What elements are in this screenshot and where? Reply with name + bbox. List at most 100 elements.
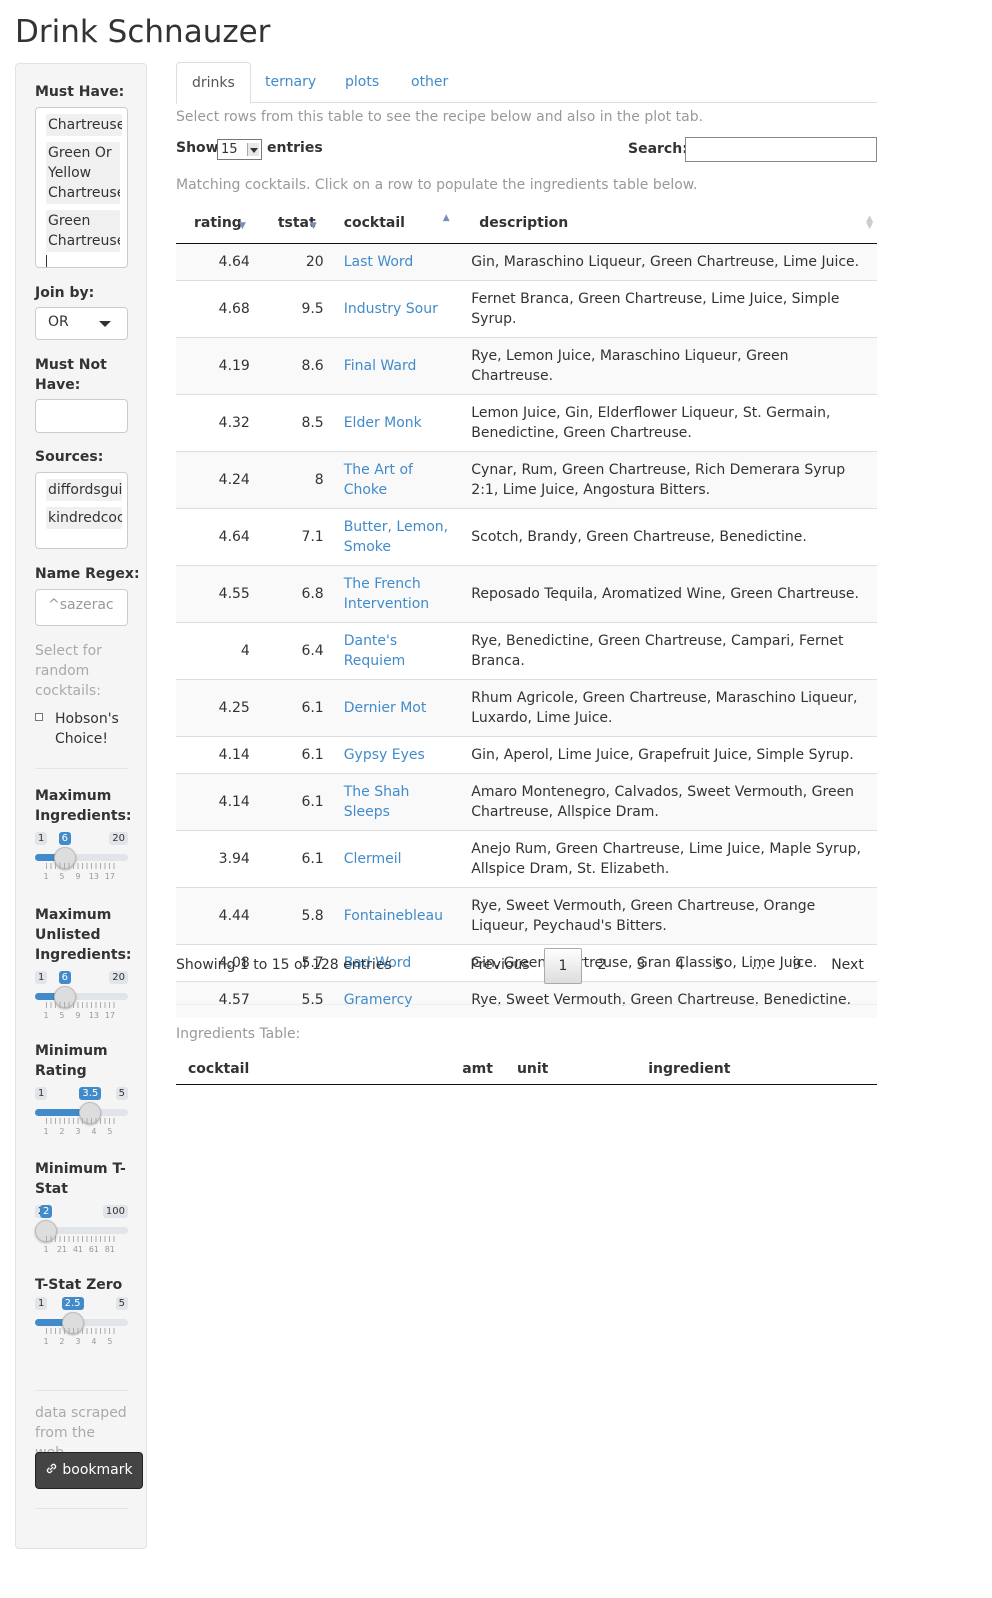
bookmark-label: bookmark xyxy=(62,1462,133,1478)
must-have-label: Must Have: xyxy=(35,84,125,100)
ingredient-column-ingredient[interactable]: ingredient xyxy=(636,1054,877,1085)
hobsons-choice-label[interactable]: Hobson's Choice! xyxy=(55,709,135,749)
ingredient-column-unit[interactable]: unit xyxy=(504,1054,637,1085)
sources-chip[interactable]: diffordsguide xyxy=(46,479,122,501)
cell-cocktail-link[interactable]: Elder Monk xyxy=(333,393,462,451)
cell-rating: 4.55 xyxy=(176,564,260,622)
tab-other[interactable]: other xyxy=(396,62,463,103)
cell-cocktail-link[interactable]: The Art of Choke xyxy=(333,450,462,508)
cell-cocktail-link[interactable]: Last Word xyxy=(333,242,462,280)
tab-ternary[interactable]: ternary xyxy=(250,62,331,103)
table-row[interactable]: 4.44 5.8 Fontainebleau Rye, Sweet Vermouth,… xyxy=(176,886,877,944)
bookmark-button[interactable]: bookmark xyxy=(35,1452,143,1489)
cell-cocktail-link[interactable]: Gypsy Eyes xyxy=(333,735,462,773)
search-label: Search: xyxy=(628,141,688,157)
cell-cocktail-link[interactable]: Butter, Lemon, Smoke xyxy=(333,507,462,565)
slider-grid-label: 1 xyxy=(43,1245,49,1254)
slider-track[interactable] xyxy=(35,854,128,861)
pagination-page-9[interactable]: 9 xyxy=(779,948,815,984)
table-info: Showing 1 to 15 of 128 entries xyxy=(176,957,392,973)
table-row[interactable]: 4.25 6.1 Dernier Mot Rhum Agricole, Green C… xyxy=(176,678,877,736)
must-have-select[interactable]: Chartreuse Green Or Yellow Chartreuse Gr… xyxy=(35,107,128,268)
table-row[interactable]: 4.68 9.5 Industry Sour Fernet Branca, Green… xyxy=(176,279,877,337)
pagination-page-2[interactable]: 2 xyxy=(584,948,620,984)
cell-tstat: 20 xyxy=(259,242,334,280)
table-row[interactable]: 4 6.4 Dante's Requiem Rye, Benedictine, Gre… xyxy=(176,621,877,679)
cell-cocktail-link[interactable]: Clermeil xyxy=(333,829,462,887)
cell-description: Rye, Sweet Vermouth, Green Chartreuse, O… xyxy=(461,886,877,944)
cell-cocktail-link[interactable]: Dernier Mot xyxy=(333,678,462,736)
link-icon xyxy=(45,1453,58,1488)
cell-cocktail-link[interactable]: Gramercy xyxy=(333,980,462,1018)
table-row[interactable]: 4.57 5.5 Gramercy Rye, Sweet Vermouth, Gree… xyxy=(176,980,877,1018)
must-have-chip[interactable]: Green Chartreuse xyxy=(46,210,120,252)
table-row[interactable]: 3.94 6.1 Clermeil Anejo Rum, Green Chartreu… xyxy=(176,829,877,887)
slider-label: Minimum T-Stat xyxy=(35,1161,126,1197)
table-row[interactable]: 4.24 8 The Art of Choke Cynar, Rum, Green C… xyxy=(176,450,877,508)
slider-grid-label: 13 xyxy=(88,1011,100,1020)
cell-cocktail-link[interactable]: The French Intervention xyxy=(333,564,462,622)
cell-cocktail-link[interactable]: Dante's Requiem xyxy=(333,621,462,679)
caption-table: Matching cocktails. Click on a row to po… xyxy=(176,177,698,193)
cell-description: Fernet Branca, Green Chartreuse, Lime Ju… xyxy=(461,279,877,337)
table-row[interactable]: 4.64 20 Last Word Gin, Maraschino Liqueur, … xyxy=(176,242,877,280)
must-not-have-input[interactable] xyxy=(35,399,128,433)
slider-track[interactable] xyxy=(35,993,128,1000)
slider-grid-label: 41 xyxy=(72,1245,84,1254)
cell-tstat: 5.8 xyxy=(259,886,334,944)
table-row[interactable]: 4.14 6.1 The Shah Sleeps Amaro Montenegro, … xyxy=(176,772,877,830)
sources-select[interactable]: diffordsguide kindredcocktails xyxy=(35,472,128,549)
slider-ticks xyxy=(46,1002,117,1008)
column-header-rating[interactable]: rating ▼ xyxy=(176,203,260,244)
slider-grid-label: 17 xyxy=(104,1011,115,1020)
must-not-have-label: Must Not Have: xyxy=(35,357,107,393)
cell-cocktail-link[interactable]: Fontainebleau xyxy=(333,886,462,944)
ingredient-column-amt[interactable]: amt xyxy=(450,1054,505,1085)
column-header-cocktail[interactable]: cocktail ▲ xyxy=(333,203,462,244)
divider xyxy=(35,1508,128,1509)
pagination-next[interactable]: Next xyxy=(820,948,875,984)
name-regex-input[interactable]: ^sazerac xyxy=(35,589,128,626)
pagination-page-1[interactable]: 1 xyxy=(544,948,582,984)
search-input[interactable] xyxy=(685,137,877,162)
sources-chip[interactable]: kindredcocktails xyxy=(46,507,122,529)
range-slider[interactable]: 1 5 3.5 1 2 3 4 5 xyxy=(35,1087,128,1143)
entries-length-select[interactable]: 15 xyxy=(217,139,262,160)
must-have-chip[interactable]: Chartreuse xyxy=(46,114,122,136)
range-slider[interactable]: 1 20 6 1 5 9 13 17 xyxy=(35,832,128,888)
hobsons-choice-checkbox[interactable] xyxy=(35,713,43,721)
tab-plots[interactable]: plots xyxy=(330,62,394,103)
entries-length-value: 15 xyxy=(221,142,238,157)
range-slider[interactable]: 21002121416181 xyxy=(35,1205,128,1261)
show-label: Show xyxy=(176,140,219,156)
table-row[interactable]: 4.32 8.5 Elder Monk Lemon Juice, Gin, Elder… xyxy=(176,393,877,451)
table-row[interactable]: 4.55 6.8 The French Intervention Reposado T… xyxy=(176,564,877,622)
sort-both-icon: ▲ ▼ xyxy=(866,214,873,231)
pagination-previous[interactable]: Previous xyxy=(461,948,539,984)
slider-ticks xyxy=(46,1236,117,1242)
table-row[interactable]: 4.14 6.1 Gypsy Eyes Gin, Aperol, Lime Juice… xyxy=(176,735,877,773)
column-header-description[interactable]: description ▲ ▼ xyxy=(461,203,877,244)
slider-grid-label: 5 xyxy=(59,1011,65,1020)
cell-cocktail-link[interactable]: Final Ward xyxy=(333,336,462,394)
column-header-tstat[interactable]: tstat ▼ xyxy=(259,203,334,244)
cell-tstat: 5.5 xyxy=(259,980,334,1018)
table-row[interactable]: 4.19 8.6 Final Ward Rye, Lemon Juice, Maras… xyxy=(176,336,877,394)
cell-tstat: 6.1 xyxy=(259,829,334,887)
pagination-page-5[interactable]: 5 xyxy=(701,948,737,984)
cell-cocktail-link[interactable]: The Shah Sleeps xyxy=(333,772,462,830)
cell-rating: 4.68 xyxy=(176,279,260,337)
range-slider[interactable]: 1 20 6 1 5 9 13 17 xyxy=(35,971,128,1027)
cell-description: Rye, Benedictine, Green Chartreuse, Camp… xyxy=(461,621,877,679)
cell-description: Rye, Sweet Vermouth, Green Chartreuse, B… xyxy=(461,980,877,1018)
table-row[interactable]: 4.64 7.1 Butter, Lemon, Smoke Scotch, Brand… xyxy=(176,507,877,565)
tab-drinks[interactable]: drinks xyxy=(176,62,251,104)
pagination-page-4[interactable]: 4 xyxy=(662,948,698,984)
must-have-chip[interactable]: Green Or Yellow Chartreuse xyxy=(46,142,120,204)
cell-tstat: 6.4 xyxy=(259,621,334,679)
range-slider[interactable]: 1 5 2.5 1 2 3 4 5 xyxy=(35,1297,128,1353)
join-by-select[interactable]: OR xyxy=(35,307,128,340)
cell-cocktail-link[interactable]: Industry Sour xyxy=(333,279,462,337)
pagination-page-3[interactable]: 3 xyxy=(623,948,659,984)
ingredient-column-cocktail[interactable]: cocktail xyxy=(176,1054,451,1085)
